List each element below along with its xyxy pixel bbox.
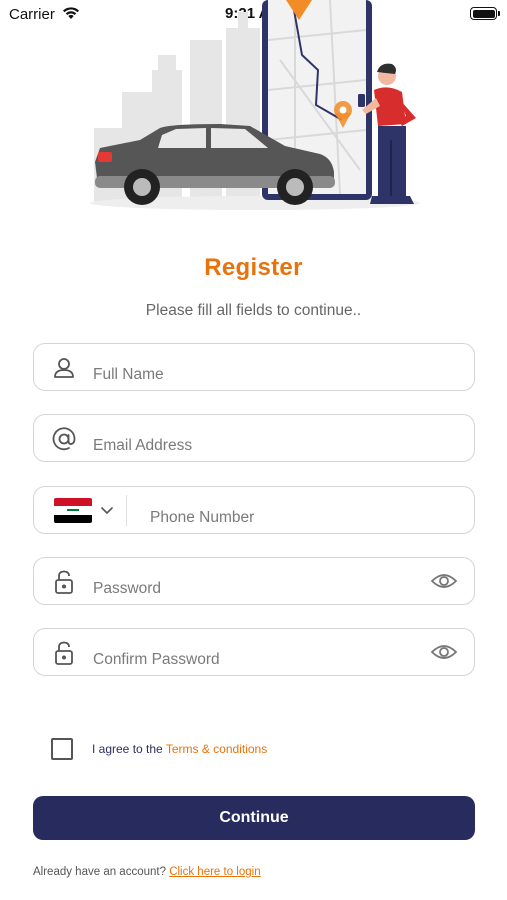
eye-icon[interactable] <box>430 642 458 662</box>
password-field[interactable]: Password <box>33 557 475 605</box>
iraq-flag-icon[interactable] <box>54 498 92 523</box>
lock-icon <box>55 570 73 594</box>
confirm-password-field[interactable]: Confirm Password <box>33 628 475 676</box>
phone-field[interactable]: Phone Number <box>33 486 475 534</box>
terms-checkbox[interactable] <box>51 738 73 760</box>
battery-icon <box>470 7 500 20</box>
terms-link[interactable]: Terms & conditions <box>166 742 267 756</box>
page-title: Register <box>204 254 303 281</box>
password-placeholder: Password <box>93 580 162 597</box>
login-prompt: Already have an account? <box>33 866 170 878</box>
chevron-down-icon[interactable] <box>100 503 114 517</box>
login-prompt-line: Already have an account? Click here to l… <box>33 866 261 878</box>
eye-icon[interactable] <box>430 571 458 591</box>
phone-placeholder: Phone Number <box>150 509 255 526</box>
terms-agreement: I agree to the Terms & conditions <box>92 742 267 756</box>
at-sign-icon <box>52 427 76 451</box>
country-divider <box>126 495 127 526</box>
car-booking-illustration <box>90 0 420 210</box>
lock-icon <box>55 641 73 665</box>
email-field[interactable]: Email Address <box>33 414 475 462</box>
full-name-placeholder: Full Name <box>93 366 164 383</box>
continue-button[interactable]: Continue <box>33 796 475 840</box>
terms-prefix: I agree to the <box>92 742 166 756</box>
user-icon <box>54 358 74 378</box>
full-name-field[interactable]: Full Name <box>33 343 475 391</box>
email-placeholder: Email Address <box>93 437 193 454</box>
page-subtitle: Please fill all fields to continue.. <box>145 302 362 319</box>
login-link[interactable]: Click here to login <box>169 866 260 878</box>
flag-emblem <box>67 509 79 512</box>
confirm-password-placeholder: Confirm Password <box>93 651 220 668</box>
